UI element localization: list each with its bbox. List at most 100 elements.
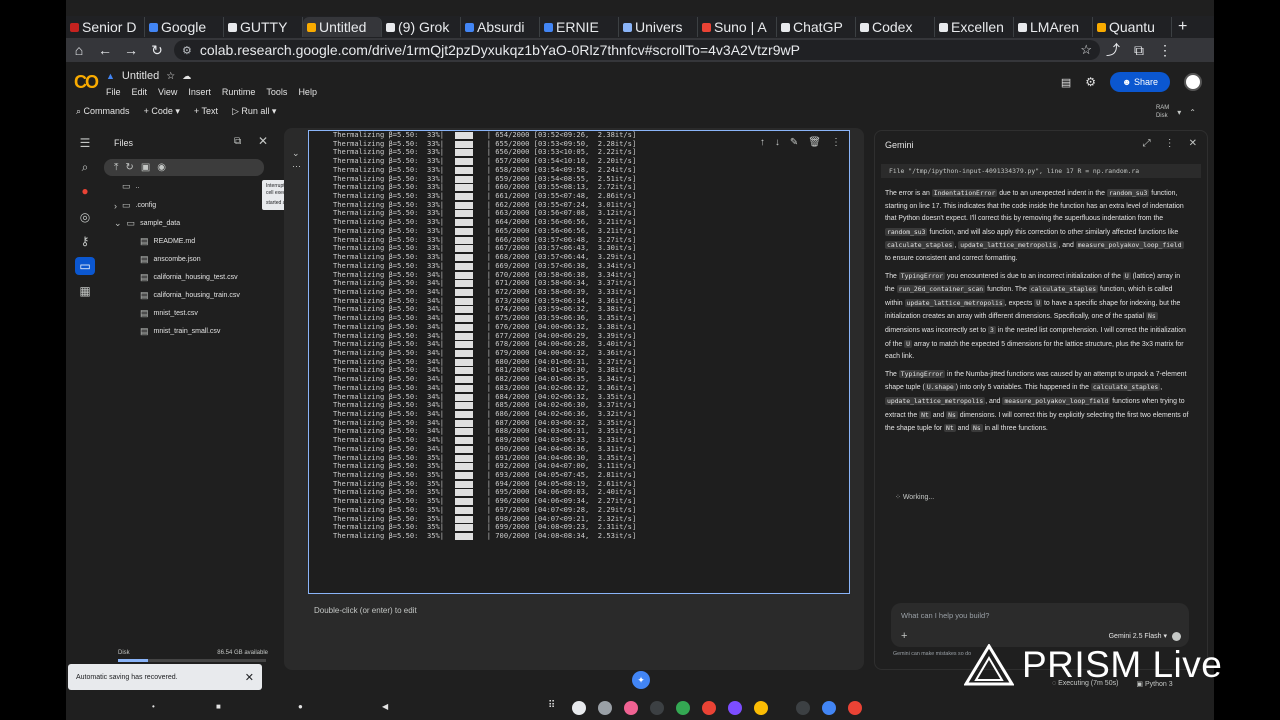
browser-tab[interactable]: Senior D (66, 17, 145, 37)
app-grid-icon[interactable]: ⠿ (548, 700, 555, 711)
data-table-icon[interactable]: ▦ (78, 284, 92, 298)
browser-tab[interactable]: Codex (856, 17, 935, 37)
star-icon[interactable]: ☆ (166, 71, 175, 82)
file-tree-item[interactable]: ▤ california_housing_test.csv (140, 272, 238, 283)
extensions-icon[interactable]: ⧉ (1126, 42, 1152, 59)
edit-pen-icon[interactable]: ✎ (790, 137, 798, 148)
settings-gear-icon[interactable]: ⚙ (1085, 75, 1096, 89)
browser-tab[interactable]: GUTTY (224, 17, 303, 37)
chevron-down-icon[interactable]: ▾ (1177, 108, 1181, 117)
file-tree-item[interactable]: › ▭ .config (114, 200, 156, 211)
new-folder-icon[interactable]: ▣ (141, 162, 150, 173)
file-tree-item[interactable]: ▤ README.md (140, 236, 195, 247)
folder-icon[interactable]: ▭ (75, 257, 95, 275)
collapse-up-icon[interactable]: ⌃ (1189, 108, 1196, 117)
notebook-title[interactable]: Untitled (122, 70, 159, 82)
toc-icon[interactable]: ☰ (78, 136, 92, 150)
nav-back-icon[interactable]: ◀ (382, 702, 388, 711)
menu-item-insert[interactable]: Insert (188, 87, 211, 97)
refresh-icon[interactable]: ↻ (125, 162, 133, 173)
model-selector[interactable]: Gemini 2.5 Flash ▾ (1109, 632, 1167, 640)
app-icon[interactable] (822, 701, 836, 715)
menu-item-help[interactable]: Help (298, 87, 317, 97)
file-tree-item[interactable]: ▭.. (122, 181, 139, 192)
prompt-input[interactable]: What can I help you build? (901, 611, 989, 620)
menu-item-file[interactable]: File (106, 87, 121, 97)
commands-button[interactable]: ⌕ Commands (76, 106, 130, 117)
site-info-icon[interactable]: ⚙ (182, 44, 192, 57)
gmail-app-icon[interactable] (702, 701, 716, 715)
reload-icon[interactable]: ↻ (144, 42, 170, 59)
browser-tab[interactable]: (9) Grok (382, 17, 461, 37)
app-dock-icon[interactable] (572, 701, 586, 715)
open-in-tab-icon[interactable]: ⧉ (234, 136, 241, 147)
secrets-key-icon[interactable]: ⚷ (78, 234, 92, 248)
chrome-app-icon[interactable] (676, 701, 690, 715)
cell-more-icon[interactable]: ⋮ (831, 137, 841, 148)
output-menu-icon[interactable]: ⋯ (292, 161, 301, 172)
gemini-close-icon[interactable]: ✕ (1189, 138, 1197, 149)
variables-icon[interactable]: ◎ (78, 210, 92, 224)
account-avatar[interactable] (1184, 73, 1202, 91)
file-tree-item[interactable]: ⌄ ▭ sample_data (114, 218, 180, 229)
add-attachment-icon[interactable]: + (901, 630, 907, 642)
browser-tab[interactable]: ERNIE (540, 17, 619, 37)
cell-output[interactable]: Thermalizing β=5.50: 33%| | 654/2000 [03… (308, 130, 850, 594)
menu-item-edit[interactable]: Edit (132, 87, 148, 97)
browser-menu-icon[interactable]: ⋮ (1152, 42, 1178, 59)
find-icon[interactable]: ⌕ (78, 160, 92, 174)
menu-item-runtime[interactable]: Runtime (222, 87, 256, 97)
gemini-prompt-box[interactable]: What can I help you build? + Gemini 2.5 … (891, 603, 1189, 647)
file-tree-item[interactable]: ▤ mnist_test.csv (140, 308, 198, 319)
browser-tab[interactable]: Google (145, 17, 224, 37)
home-icon[interactable]: ⌂ (66, 42, 92, 58)
send-icon[interactable] (1172, 632, 1181, 641)
nav-dot-icon[interactable]: • (152, 702, 155, 711)
app-icon[interactable] (728, 701, 742, 715)
nav-circle-icon[interactable]: ● (298, 702, 303, 711)
delete-icon[interactable]: 🗑 (808, 137, 821, 148)
chevron-down-icon[interactable]: ⌄ (114, 218, 122, 229)
browser-tab[interactable]: LMAren (1014, 17, 1093, 37)
threads-app-icon[interactable] (650, 701, 664, 715)
menu-item-view[interactable]: View (158, 87, 177, 97)
browser-tab[interactable]: Quantu (1093, 17, 1172, 37)
add-code-button[interactable]: + Code ▾ (144, 106, 180, 117)
youtube-app-icon[interactable] (848, 701, 862, 715)
close-icon[interactable]: ✕ (258, 134, 268, 148)
run-all-button[interactable]: ▷ Run all ▾ (232, 106, 276, 117)
expand-icon[interactable]: ⤢ (1143, 138, 1151, 149)
text-cell-hint[interactable]: Double-click (or enter) to edit (314, 606, 417, 615)
bookmark-star-icon[interactable]: ☆ (1080, 42, 1092, 58)
browser-tab[interactable]: Untitled (303, 17, 382, 37)
chevron-right-icon[interactable]: › (114, 201, 117, 211)
new-tab-icon[interactable]: + (1172, 18, 1193, 36)
resource-monitor[interactable]: RAM Disk ▾ ⌃ (1156, 104, 1196, 120)
forward-icon[interactable]: → (118, 42, 144, 58)
file-tree-item[interactable]: ▤ anscombe.json (140, 254, 201, 265)
eye-icon[interactable]: ◉ (157, 162, 166, 173)
toast-close-icon[interactable]: ✕ (245, 671, 254, 684)
add-text-button[interactable]: + Text (194, 106, 218, 117)
colab-logo-icon[interactable]: CO (74, 72, 99, 93)
move-up-icon[interactable]: ↑ (760, 137, 765, 148)
browser-tab[interactable]: Univers (619, 17, 698, 37)
browser-tab[interactable]: Excellen (935, 17, 1014, 37)
back-icon[interactable]: ← (92, 42, 118, 58)
keep-app-icon[interactable] (754, 701, 768, 715)
nav-square-icon[interactable]: ■ (216, 702, 221, 711)
photos-app-icon[interactable] (624, 701, 638, 715)
app-icon[interactable] (796, 701, 810, 715)
share-button[interactable]: ☻ Share (1109, 72, 1170, 92)
upload-icon[interactable]: ⤒ (114, 162, 118, 173)
share-page-icon[interactable]: ⤴ (1100, 40, 1126, 60)
browser-tab[interactable]: Absurdi (461, 17, 540, 37)
gemini-more-icon[interactable]: ⋮ (1165, 138, 1175, 149)
live-icon[interactable]: ● (78, 184, 92, 198)
settings-app-icon[interactable] (598, 701, 612, 715)
file-tree-item[interactable]: ▤ california_housing_train.csv (140, 290, 240, 301)
gemini-sparkle-icon[interactable]: ✦ (632, 671, 650, 689)
browser-tab[interactable]: Suno | A (698, 17, 777, 37)
address-bar[interactable]: ⚙ colab.research.google.com/drive/1rmQjt… (174, 40, 1100, 60)
file-tree-item[interactable]: ▤ mnist_train_small.csv (140, 326, 220, 337)
